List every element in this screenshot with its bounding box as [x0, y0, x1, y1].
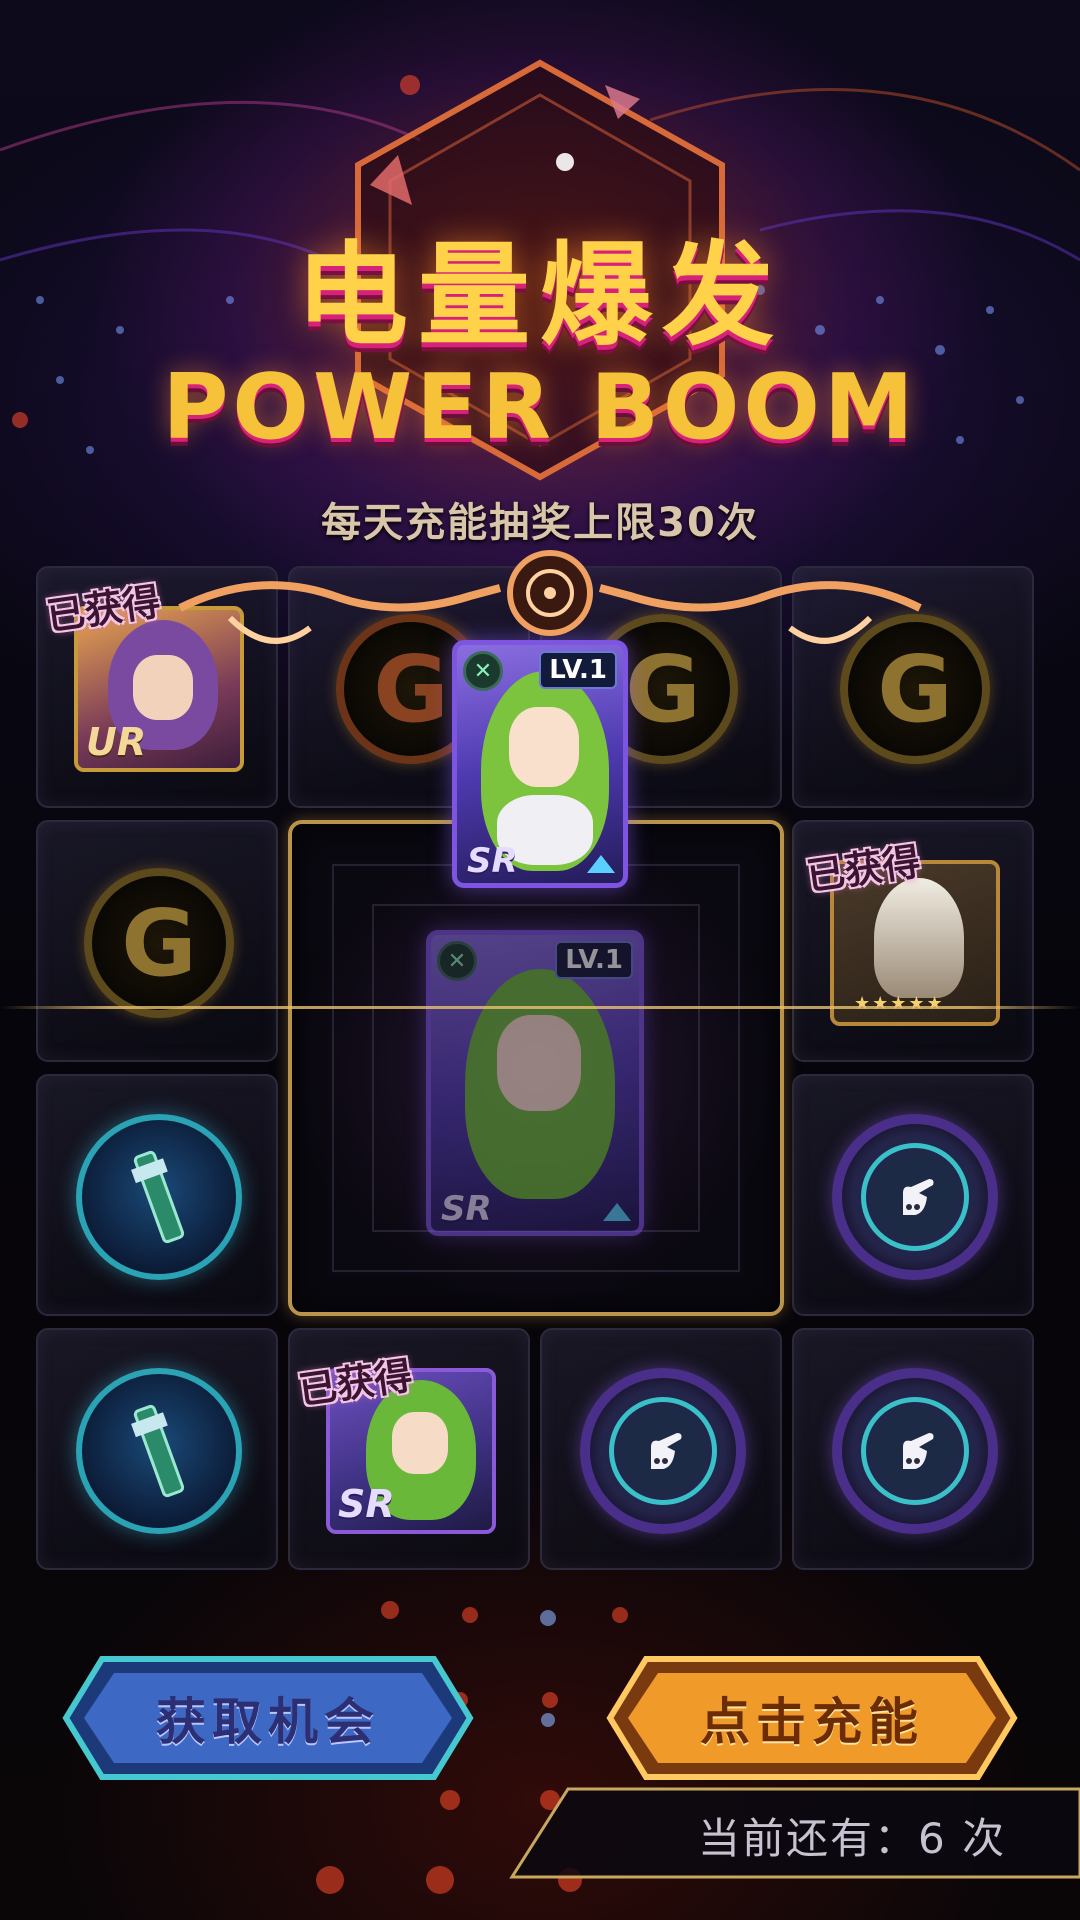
rank-label: SR: [467, 841, 518, 881]
star-rating: ★★★★★: [854, 993, 945, 1014]
hand-orb-icon: [580, 1368, 746, 1534]
scan-line: [0, 1006, 1080, 1009]
coin-icon: G: [84, 868, 234, 1018]
grid-cell-purple-orb: [792, 1074, 1034, 1316]
title-english: POWER BOOM: [162, 355, 918, 460]
rank-label: SR: [338, 1482, 395, 1526]
golden-ornament: [178, 550, 922, 644]
upgrade-arrow-icon: [603, 1203, 631, 1221]
remaining-count-text: 当前还有：6 次: [698, 1814, 1007, 1863]
grid-cell-blue-orb: [36, 1328, 278, 1570]
grid-cell-purple-orb: [540, 1328, 782, 1570]
weapon-orb-icon: [76, 1114, 242, 1280]
grid-cell-coin: G: [36, 820, 278, 1062]
hand-orb-icon: [832, 1114, 998, 1280]
charge-button[interactable]: 点击充能: [606, 1655, 1018, 1781]
get-chance-button[interactable]: 获取机会: [62, 1655, 474, 1781]
upgrade-arrow-icon: [587, 855, 615, 873]
grid-cell-blue-orb: [36, 1074, 278, 1316]
title-chinese: 电量爆发: [296, 231, 784, 361]
reward-card-ghost: ✕ LV.1 SR: [426, 930, 644, 1236]
weapon-orb-icon: [76, 1368, 242, 1534]
rank-label: SR: [441, 1189, 492, 1229]
hand-orb-icon: [832, 1368, 998, 1534]
rank-label: UR: [86, 720, 147, 764]
level-badge: LV.1: [555, 941, 633, 979]
element-icon: ✕: [437, 941, 477, 981]
daily-limit-text: 每天充能抽奖上限30次: [321, 500, 759, 546]
grid-cell-purple-orb: [792, 1328, 1034, 1570]
